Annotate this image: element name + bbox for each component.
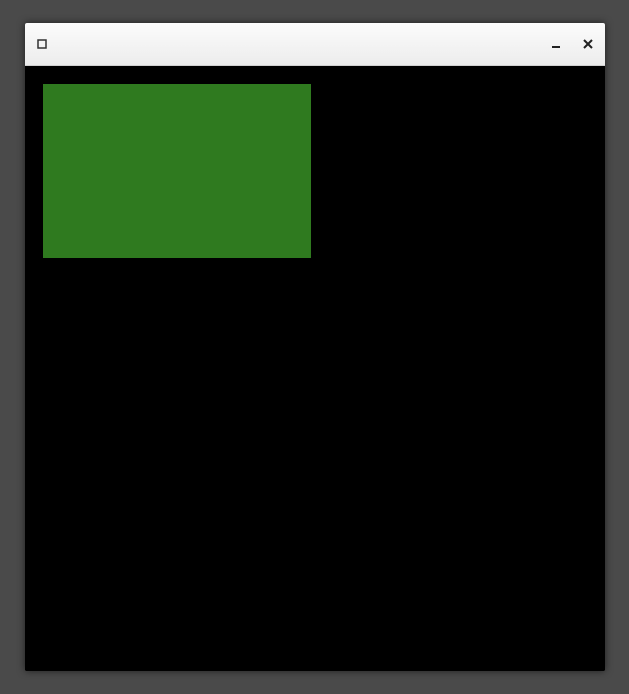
minimize-icon (551, 39, 561, 49)
app-icon (35, 37, 49, 51)
window-controls (549, 37, 595, 51)
minimize-button[interactable] (549, 37, 563, 51)
close-button[interactable] (581, 37, 595, 51)
close-icon (583, 39, 593, 49)
application-window (25, 23, 605, 671)
canvas-area (25, 66, 605, 671)
titlebar[interactable] (25, 23, 605, 66)
drawn-rectangle (43, 84, 311, 258)
